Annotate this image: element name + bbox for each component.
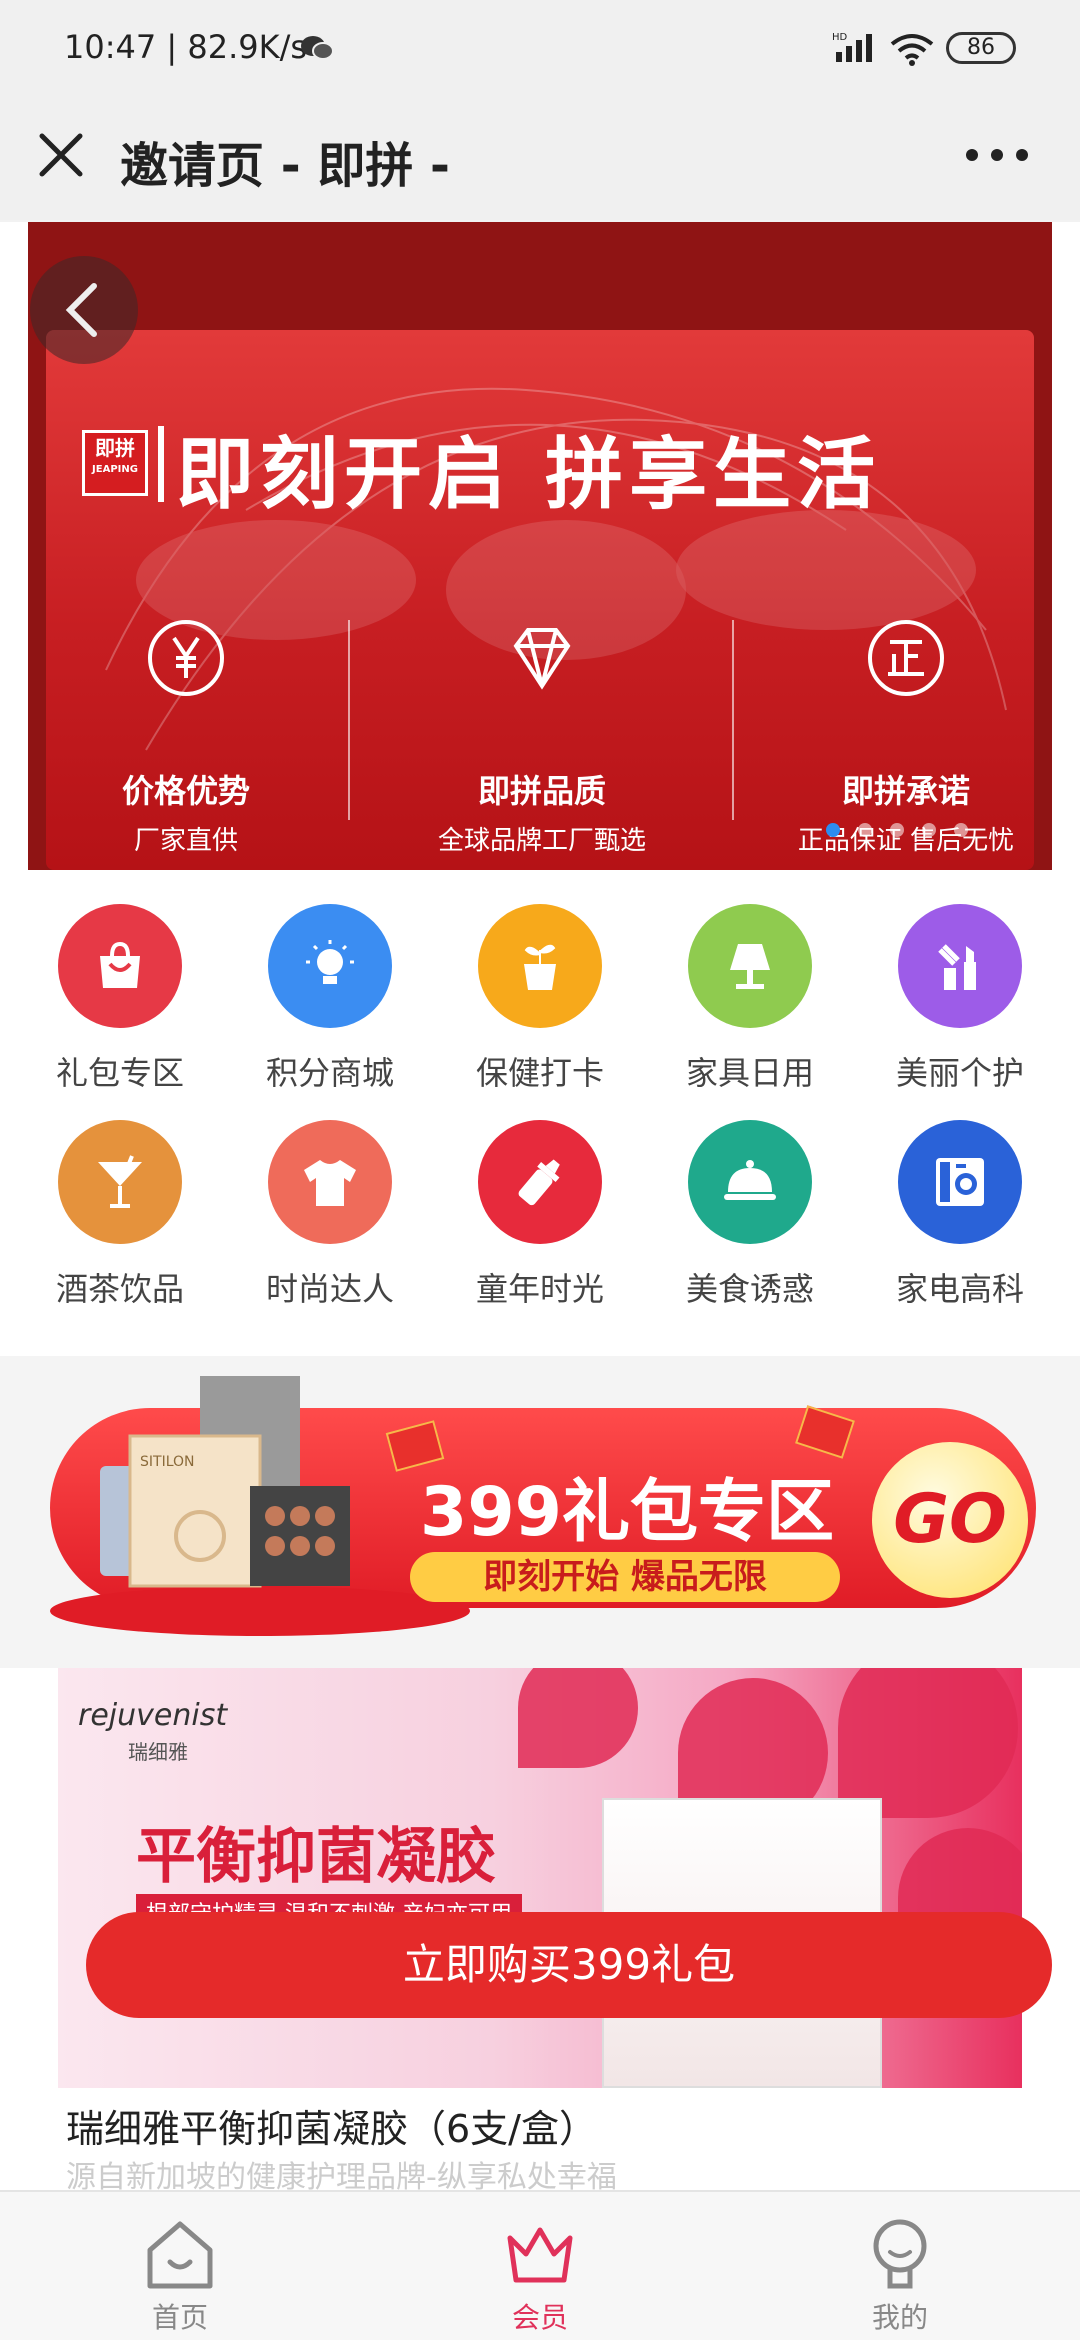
carousel-dot[interactable] [922, 823, 936, 837]
category-health-checkin[interactable]: 保健打卡 [432, 904, 648, 1094]
status-bar: 10:47 | 82.9K/s HD 86 [0, 0, 1080, 100]
category-points-mall[interactable]: 积分商城 [222, 904, 438, 1094]
category-label: 美食诱惑 [685, 1270, 814, 1308]
feature-quality: 即拼品质 全球品牌工厂甄选 [392, 620, 692, 857]
profile-icon [873, 2219, 927, 2289]
tshirt-icon [268, 1120, 392, 1244]
tab-label: 首页 [151, 2301, 208, 2334]
yen-icon [148, 620, 224, 696]
feature-title: 即拼品质 [477, 772, 606, 810]
title-bar: 邀请页 - 即拼 - [0, 100, 1080, 220]
category-childhood[interactable]: 童年时光 [432, 1120, 648, 1310]
page-title: 邀请页 - 即拼 - [120, 138, 450, 194]
product-title[interactable]: 瑞细雅平衡抑菌凝胶（6支/盒） [66, 2098, 597, 2153]
carousel-dot-active[interactable] [826, 823, 840, 837]
category-fashion[interactable]: 时尚达人 [222, 1120, 438, 1310]
cocktail-icon [58, 1120, 182, 1244]
diamond-icon [504, 620, 580, 696]
lamp-icon [688, 904, 812, 1028]
tab-label: 会员 [511, 2301, 568, 2334]
crown-icon [507, 2227, 573, 2283]
hero-banner-inner: 即拼 JEAPING 即刻开启 拼享生活 价格优势 厂家直供 即拼品质 全球品牌… [46, 330, 1034, 870]
promo-subline: 即刻开始 爆品无限 [410, 1552, 840, 1602]
feature-title: 即拼承诺 [841, 772, 970, 810]
feature-divider [732, 620, 734, 820]
rose-petal [518, 1668, 638, 1768]
carousel-dots[interactable] [826, 822, 986, 841]
washing-machine-icon [898, 1120, 1022, 1244]
feature-price: 价格优势 厂家直供 [46, 620, 336, 857]
tab-home[interactable]: 首页 [0, 2216, 360, 2336]
lipstick-icon [898, 904, 1022, 1028]
page-content[interactable]: 即拼 JEAPING 即刻开启 拼享生活 价格优势 厂家直供 即拼品质 全球品牌… [0, 222, 1080, 2190]
category-food[interactable]: 美食诱惑 [642, 1120, 858, 1310]
category-label: 童年时光 [475, 1270, 604, 1308]
rose-petal [838, 1668, 1018, 1818]
genuine-icon [868, 620, 944, 696]
wifi-icon [890, 34, 934, 66]
category-label: 时尚达人 [265, 1270, 394, 1308]
battery-indicator: 86 [946, 32, 1016, 64]
category-label: 保健打卡 [475, 1054, 604, 1092]
promo-banner-399[interactable]: SITILON 399礼包专区 即刻开始 爆品无限 GO [0, 1356, 1080, 1668]
product-image-title: 平衡抑菌凝胶 [136, 1822, 496, 1892]
category-drinks[interactable]: 酒茶饮品 [12, 1120, 228, 1310]
signal-icon: HD [832, 32, 872, 62]
food-cloche-icon [688, 1120, 812, 1244]
category-furniture[interactable]: 家具日用 [642, 904, 858, 1094]
carousel-dot[interactable] [858, 823, 872, 837]
feature-divider [348, 620, 350, 820]
back-button[interactable] [30, 256, 138, 364]
category-label: 礼包专区 [55, 1054, 184, 1092]
category-label: 积分商城 [265, 1054, 394, 1092]
category-label: 家具日用 [685, 1054, 814, 1092]
tab-label: 我的 [871, 2301, 928, 2334]
lightbulb-icon [268, 904, 392, 1028]
category-appliances[interactable]: 家电高科 [852, 1120, 1068, 1310]
buy-399-pack-button[interactable]: 立即购买399礼包 [86, 1912, 1052, 2018]
more-options-icon[interactable] [962, 140, 1032, 170]
close-icon[interactable] [36, 130, 86, 180]
category-label: 家电高科 [895, 1270, 1024, 1308]
status-time: 10:47 | 82.9K/s [64, 28, 308, 66]
hero-slogan: 即刻开启 拼享生活 [176, 430, 882, 520]
svg-text:SITILON: SITILON [140, 1454, 195, 1470]
home-icon [147, 2221, 213, 2289]
product-brand: rejuvenist [78, 1698, 228, 1733]
carousel-dot[interactable] [890, 823, 904, 837]
tab-member[interactable]: 会员 [360, 2216, 720, 2336]
tab-mine[interactable]: 我的 [720, 2216, 1080, 2336]
gift-bag-icon [58, 904, 182, 1028]
jeaping-logo: 即拼 JEAPING [82, 430, 148, 496]
category-label: 酒茶饮品 [55, 1270, 184, 1308]
feature-subtitle: 全球品牌工厂甄选 [437, 826, 646, 856]
svg-text:HD: HD [832, 32, 848, 43]
product-image: rejuvenist 瑞细雅 平衡抑菌凝胶 根部守护精灵 温和不刺激 产妇亦可用 [58, 1668, 1022, 2088]
category-gift-pack[interactable]: 礼包专区 [12, 904, 228, 1094]
feature-title: 价格优势 [121, 772, 250, 810]
product-brand-cn: 瑞细雅 [128, 1740, 188, 1764]
bottom-nav: 首页 会员 我的 [0, 2190, 1080, 2340]
go-button[interactable]: GO [872, 1442, 1028, 1598]
carousel-dot[interactable] [954, 823, 968, 837]
hero-banner[interactable]: 即拼 JEAPING 即刻开启 拼享生活 价格优势 厂家直供 即拼品质 全球品牌… [28, 222, 1052, 870]
category-label: 美丽个护 [895, 1054, 1024, 1092]
baby-bottle-icon [478, 1120, 602, 1244]
wechat-icon [301, 36, 334, 60]
promo-headline: 399礼包专区 [420, 1473, 834, 1552]
category-grid: 礼包专区 积分商城 保健打卡 家具日用 美丽个护 酒茶饮品 时尚达人 童年时光 … [0, 870, 1080, 1356]
slogan-divider [158, 426, 164, 502]
product-packages-image: SITILON [100, 1376, 350, 1588]
category-beauty[interactable]: 美丽个护 [852, 904, 1068, 1094]
plant-pot-icon [478, 904, 602, 1028]
product-description: 源自新加坡的健康护理品牌-纵享私处幸福 [66, 2160, 617, 2190]
feature-subtitle: 厂家直供 [133, 826, 238, 856]
chevron-left-icon [65, 283, 97, 337]
